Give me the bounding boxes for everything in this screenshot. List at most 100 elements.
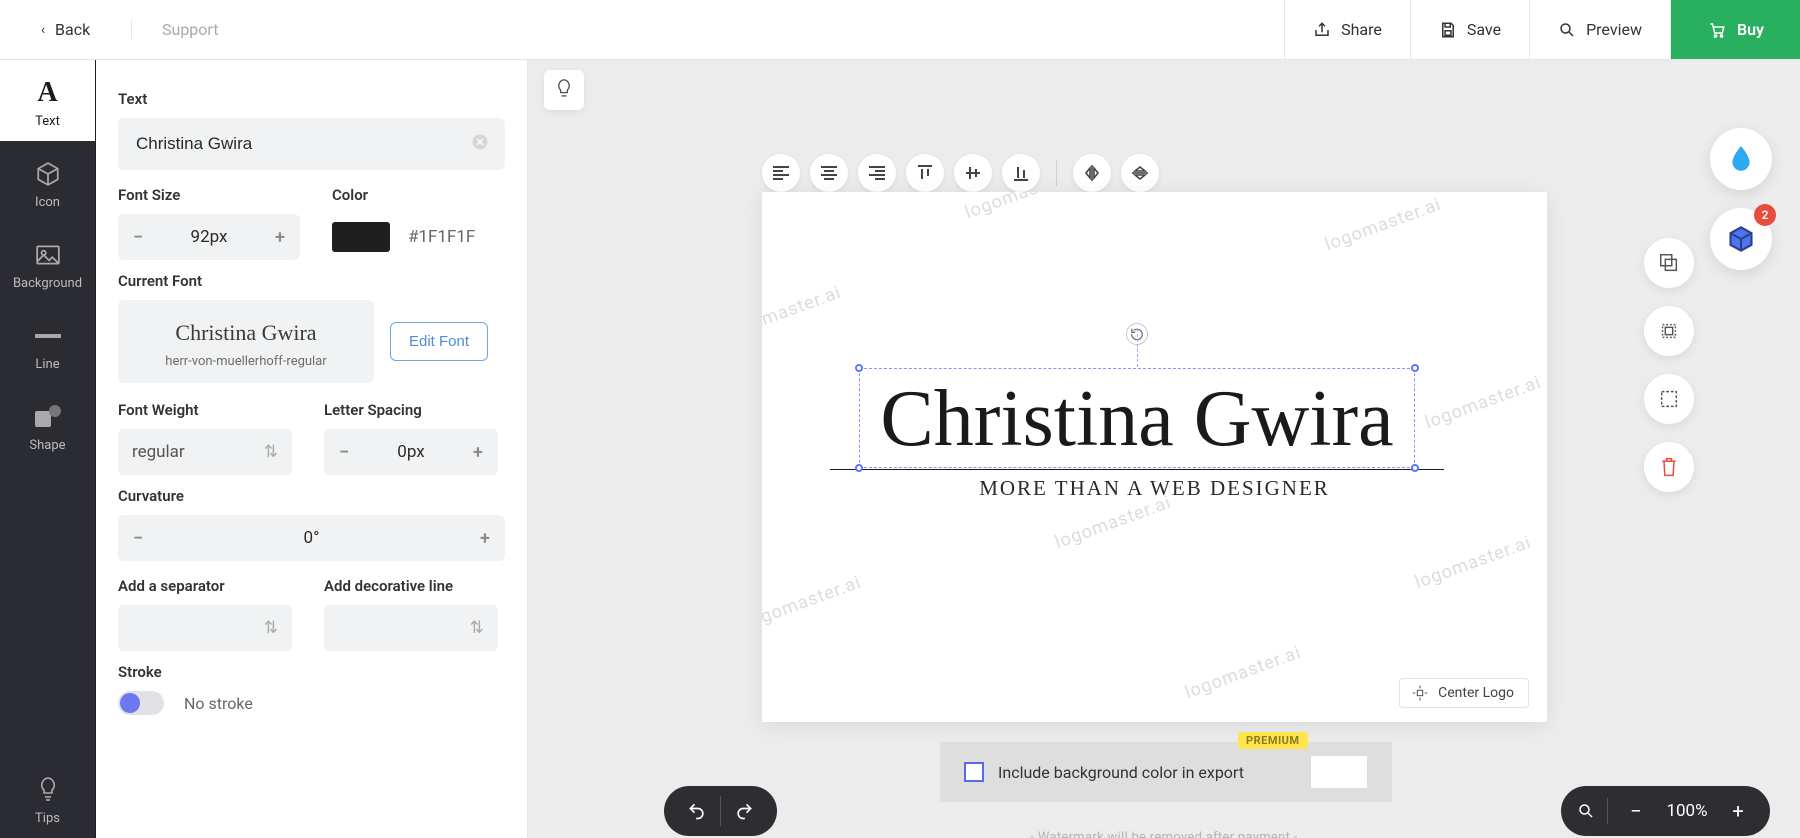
sidebar-item-line[interactable]: Line <box>0 303 95 384</box>
clear-text-icon[interactable] <box>471 133 489 155</box>
preview-label: Preview <box>1586 20 1642 39</box>
curvature-stepper[interactable]: − 0° + <box>118 515 505 561</box>
watermark-text: logomaster.ai <box>1182 642 1304 704</box>
text-input[interactable] <box>118 118 505 170</box>
watermark-text: logomaster.ai <box>762 572 864 634</box>
edit-font-button[interactable]: Edit Font <box>390 322 488 361</box>
selected-text-object[interactable]: Christina Gwira <box>859 368 1415 468</box>
layers-button[interactable]: 2 <box>1710 208 1772 270</box>
left-sidebar: A Text Icon Background Line Shape Tips <box>0 60 96 838</box>
align-bottom-button[interactable] <box>1002 154 1040 192</box>
export-background-swatch[interactable] <box>1310 755 1368 789</box>
duplicate-icon <box>1658 252 1680 274</box>
center-logo-button[interactable]: Center Logo <box>1399 678 1529 708</box>
sidebar-item-label: Text <box>35 114 60 129</box>
buy-button[interactable]: Buy <box>1670 0 1800 59</box>
watermark-text: logomaster.ai <box>962 192 1084 223</box>
stroke-toggle[interactable] <box>118 691 164 715</box>
letter-spacing-decrease[interactable]: − <box>324 442 364 463</box>
zoom-out-button[interactable]: − <box>1620 799 1652 823</box>
align-center-h-button[interactable] <box>810 154 848 192</box>
undo-button[interactable] <box>674 786 720 836</box>
font-preview-card: Christina Gwira herr-von-muellerhoff-reg… <box>118 300 374 383</box>
sidebar-item-label: Icon <box>35 195 60 210</box>
curvature-increase[interactable]: + <box>465 528 505 549</box>
square-dashed-icon <box>1658 320 1680 342</box>
font-weight-select[interactable]: regular ⇅ <box>118 429 292 475</box>
lightbulb-icon <box>39 777 57 803</box>
add-separator-select[interactable]: ⇅ <box>118 605 292 651</box>
sidebar-item-label: Shape <box>29 438 65 453</box>
resize-button[interactable] <box>1644 374 1694 424</box>
sidebar-item-label: Background <box>13 276 82 291</box>
color-swatch[interactable] <box>332 222 390 252</box>
align-top-button[interactable] <box>906 154 944 192</box>
font-weight-label: Font Weight <box>118 401 292 419</box>
sidebar-item-tips[interactable]: Tips <box>0 757 95 838</box>
delete-button[interactable] <box>1644 442 1694 492</box>
share-icon <box>1313 21 1331 39</box>
resize-handle-sw[interactable] <box>855 464 863 472</box>
add-decorative-line-select[interactable]: ⇅ <box>324 605 498 651</box>
watermark-text: logomaster.ai <box>762 282 844 344</box>
resize-handle-nw[interactable] <box>855 364 863 372</box>
include-background-checkbox[interactable] <box>964 762 984 782</box>
chevron-updown-icon: ⇅ <box>264 442 278 462</box>
cart-icon <box>1707 21 1727 39</box>
color-hex: #1F1F1F <box>408 227 475 247</box>
text-field-label: Text <box>118 90 505 108</box>
zoom-value: 100% <box>1660 801 1714 821</box>
top-left: ‹ Back Support <box>0 0 248 59</box>
letter-spacing-label: Letter Spacing <box>324 401 498 419</box>
buy-label: Buy <box>1737 20 1764 39</box>
sidebar-item-text[interactable]: A Text <box>0 60 95 141</box>
flip-vertical-button[interactable] <box>1121 154 1159 192</box>
font-size-value: 92px <box>158 227 260 247</box>
sidebar-item-background[interactable]: Background <box>0 222 95 303</box>
font-size-stepper[interactable]: − 92px + <box>118 214 300 260</box>
logo-subtitle-text[interactable]: MORE THAN A WEB DESIGNER <box>762 476 1547 501</box>
alignment-toolbar <box>762 154 1159 192</box>
redo-icon <box>734 801 754 821</box>
tips-popup-button[interactable] <box>544 70 584 110</box>
zoom-in-button[interactable]: + <box>1722 799 1754 823</box>
top-toolbar: ‹ Back Support Share Save Preview Buy <box>0 0 1800 60</box>
font-size-increase[interactable]: + <box>260 227 300 248</box>
chevron-updown-icon: ⇅ <box>264 618 278 638</box>
save-button[interactable]: Save <box>1410 0 1529 59</box>
duplicate-button[interactable] <box>1644 238 1694 288</box>
curvature-decrease[interactable]: − <box>118 528 158 549</box>
right-action-rail: 2 <box>1710 128 1772 270</box>
preview-button[interactable]: Preview <box>1529 0 1670 59</box>
watermark-text: logomaster.ai <box>1412 532 1534 594</box>
add-separator-label: Add a separator <box>118 577 292 595</box>
flip-horizontal-button[interactable] <box>1073 154 1111 192</box>
resize-handle-se[interactable] <box>1411 464 1419 472</box>
letter-spacing-increase[interactable]: + <box>458 442 498 463</box>
watermark-text: logomaster.ai <box>1322 194 1444 256</box>
center-icon <box>1412 685 1428 701</box>
align-middle-v-button[interactable] <box>954 154 992 192</box>
design-canvas[interactable]: logomaster.ai logomaster.ai logomaster.a… <box>762 192 1547 722</box>
align-left-button[interactable] <box>762 154 800 192</box>
sidebar-item-icon[interactable]: Icon <box>0 141 95 222</box>
back-button[interactable]: ‹ Back <box>0 20 132 39</box>
sidebar-item-shape[interactable]: Shape <box>0 384 95 465</box>
bounding-box-icon <box>1658 388 1680 410</box>
resize-handle-ne[interactable] <box>1411 364 1419 372</box>
save-label: Save <box>1467 20 1501 39</box>
font-size-decrease[interactable]: − <box>118 227 158 248</box>
canvas-side-tools <box>1644 238 1694 492</box>
letter-spacing-stepper[interactable]: − 0px + <box>324 429 498 475</box>
share-button[interactable]: Share <box>1284 0 1410 59</box>
search-icon <box>1558 21 1576 39</box>
share-label: Share <box>1341 20 1382 39</box>
crop-button[interactable] <box>1644 306 1694 356</box>
redo-button[interactable] <box>721 786 767 836</box>
back-label: Back <box>55 20 90 39</box>
support-button[interactable]: Support <box>132 20 248 39</box>
align-right-button[interactable] <box>858 154 896 192</box>
theme-color-button[interactable] <box>1710 128 1772 190</box>
text-icon: A <box>37 77 57 109</box>
color-label: Color <box>332 186 475 204</box>
